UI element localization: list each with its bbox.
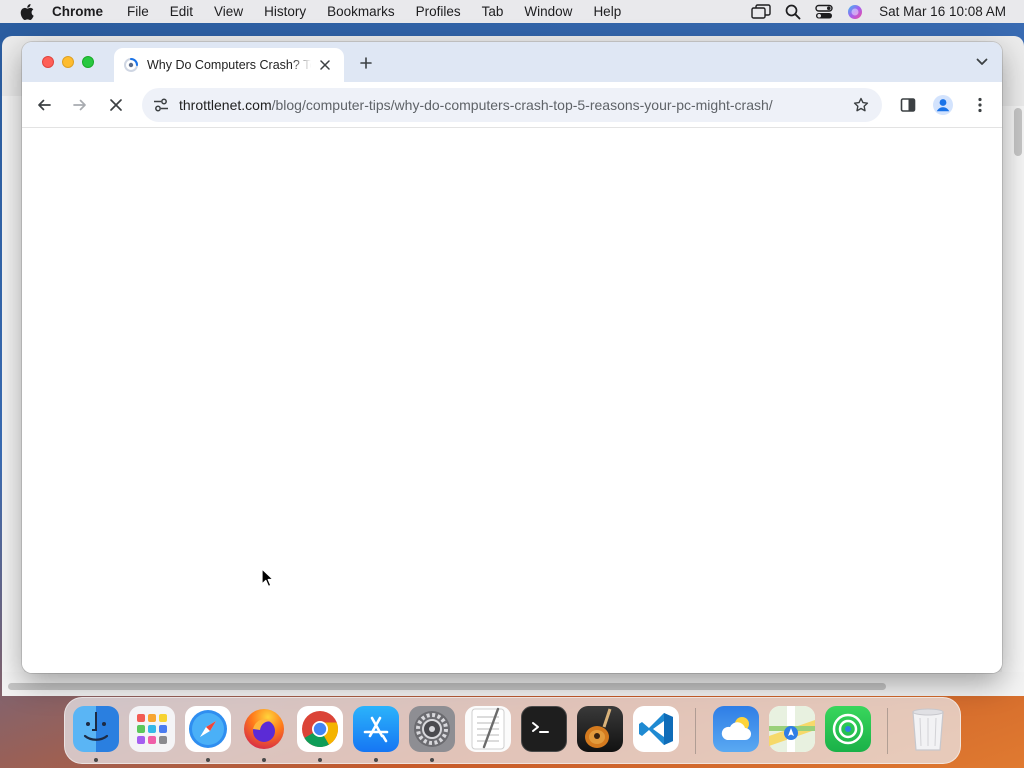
back-arrow-icon[interactable] (32, 93, 56, 117)
address-bar[interactable]: throttlenet.com/blog/computer-tips/why-d… (142, 88, 882, 122)
dock-garageband-icon[interactable] (577, 706, 623, 752)
menu-tab[interactable]: Tab (482, 4, 504, 19)
menu-bookmarks[interactable]: Bookmarks (327, 4, 395, 19)
dock-separator (695, 708, 696, 754)
dock-launchpad-icon[interactable] (129, 706, 175, 752)
menu-help[interactable]: Help (593, 4, 621, 19)
close-window-button[interactable] (42, 56, 54, 68)
tab-strip: Why Do Computers Crash? Top 5 Reasons Yo… (22, 42, 1002, 82)
menu-view[interactable]: View (214, 4, 243, 19)
menu-profiles[interactable]: Profiles (416, 4, 461, 19)
apple-menu-icon[interactable] (20, 3, 34, 20)
tab-search-icon[interactable] (970, 50, 994, 74)
minimize-window-button[interactable] (62, 56, 74, 68)
vertical-scrollbar[interactable] (1014, 108, 1022, 156)
running-indicator (206, 758, 210, 762)
dock-terminal-icon[interactable] (521, 706, 567, 752)
forward-arrow-icon[interactable] (68, 93, 92, 117)
url-host: throttlenet.com (179, 97, 272, 113)
side-panel-icon[interactable] (896, 93, 920, 117)
menu-history[interactable]: History (264, 4, 306, 19)
control-center-icon[interactable] (815, 4, 833, 20)
dock-app-store-icon[interactable] (353, 706, 399, 752)
dock-find-my-icon[interactable] (825, 706, 871, 752)
dock-system-settings-icon[interactable] (409, 706, 455, 752)
horizontal-scrollbar[interactable] (8, 683, 886, 690)
site-info-icon[interactable] (151, 95, 171, 115)
dock-vscode-icon[interactable] (633, 706, 679, 752)
window-controls (42, 56, 102, 68)
dock-maps-icon[interactable] (769, 706, 815, 752)
address-bar-url[interactable]: throttlenet.com/blog/computer-tips/why-d… (179, 97, 839, 113)
bookmark-star-icon[interactable] (852, 96, 870, 114)
loading-spinner-icon (123, 57, 139, 73)
background-window-edge (2, 96, 24, 676)
tab-active[interactable]: Why Do Computers Crash? Top 5 Reasons Yo… (114, 48, 344, 82)
menu-app-name[interactable]: Chrome (52, 4, 103, 19)
dock-trash-icon[interactable] (905, 706, 951, 752)
browser-toolbar: throttlenet.com/blog/computer-tips/why-d… (22, 82, 1002, 128)
menu-file[interactable]: File (127, 4, 149, 19)
profile-avatar-icon[interactable] (931, 93, 955, 117)
dock-finder-icon[interactable] (73, 706, 119, 752)
dock-chrome-icon[interactable] (297, 706, 343, 752)
running-indicator (374, 758, 378, 762)
dock (64, 697, 961, 764)
running-indicator (318, 758, 322, 762)
tab-title: Why Do Computers Crash? Top 5 Reasons Yo… (147, 58, 311, 72)
zoom-window-button[interactable] (82, 56, 94, 68)
page-content-blank (22, 129, 1002, 673)
browser-window: Why Do Computers Crash? Top 5 Reasons Yo… (22, 42, 1002, 673)
menu-edit[interactable]: Edit (170, 4, 193, 19)
running-indicator (94, 758, 98, 762)
dock-textedit-icon[interactable] (465, 706, 511, 752)
dock-safari-icon[interactable] (185, 706, 231, 752)
menu-bar: Chrome File Edit View History Bookmarks … (0, 0, 1024, 23)
close-tab-icon[interactable] (317, 57, 333, 73)
more-menu-icon[interactable] (968, 93, 992, 117)
background-window-edge (1002, 106, 1024, 696)
stop-loading-icon[interactable] (104, 93, 128, 117)
spotlight-search-icon[interactable] (785, 4, 801, 20)
screen-mirroring-icon[interactable] (751, 3, 771, 20)
siri-icon[interactable] (847, 4, 863, 20)
running-indicator (430, 758, 434, 762)
mouse-cursor-icon (261, 568, 275, 588)
menu-bar-clock[interactable]: Sat Mar 16 10:08 AM (879, 4, 1006, 19)
new-tab-icon[interactable] (356, 53, 376, 73)
menu-window[interactable]: Window (524, 4, 572, 19)
dock-separator (887, 708, 888, 754)
url-path: /blog/computer-tips/why-do-computers-cra… (271, 97, 773, 113)
running-indicator (262, 758, 266, 762)
dock-weather-icon[interactable] (713, 706, 759, 752)
dock-firefox-icon[interactable] (241, 706, 287, 752)
